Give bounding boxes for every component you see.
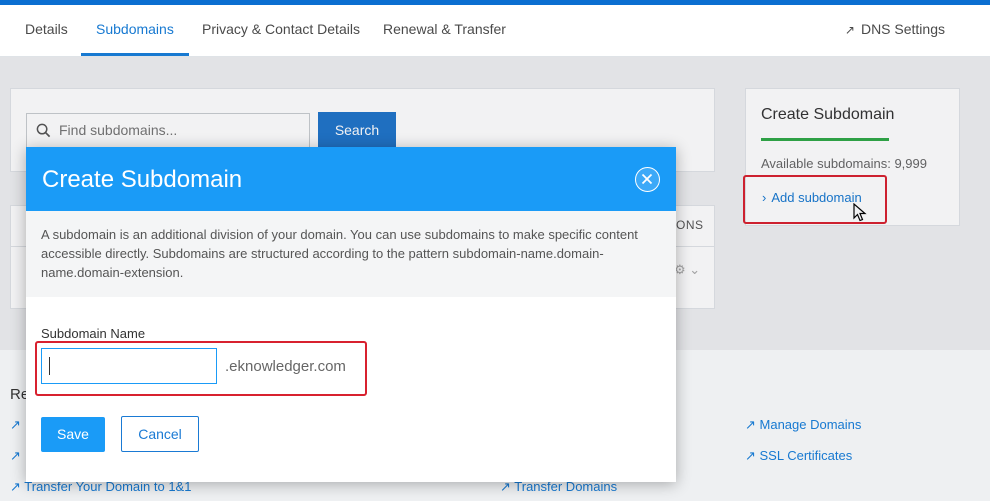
tab-subdomains[interactable]: Subdomains [81, 5, 189, 56]
close-icon [641, 173, 653, 185]
link-ssl-certificates[interactable]: ↗ SSL Certificates [745, 448, 852, 464]
highlight-box-input [35, 341, 367, 396]
dialog-title: Create Subdomain [42, 166, 243, 193]
tab-details[interactable]: Details [10, 5, 83, 56]
create-subdomain-dialog: Create Subdomain A subdomain is an addit… [26, 147, 676, 482]
cancel-button[interactable]: Cancel [121, 416, 199, 452]
partial-link-icon[interactable]: ↗ [10, 448, 21, 464]
tab-bar: Details Subdomains Privacy & Contact Det… [0, 5, 990, 57]
dns-settings-label: DNS Settings [860, 21, 945, 37]
external-arrow-icon: ↗ [844, 23, 855, 37]
subdomain-name-label: Subdomain Name [41, 326, 146, 341]
tab-renewal-transfer[interactable]: Renewal & Transfer [368, 5, 521, 56]
dialog-description: A subdomain is an additional division of… [26, 211, 676, 297]
link-manage-domains[interactable]: ↗ Manage Domains [745, 417, 861, 433]
tab-privacy-contact[interactable]: Privacy & Contact Details [187, 5, 375, 56]
partial-link-icon[interactable]: ↗ [10, 417, 21, 433]
close-button[interactable] [635, 167, 660, 192]
dns-settings-link[interactable]: ↗ DNS Settings [845, 5, 945, 54]
dialog-header: Create Subdomain [26, 147, 676, 211]
save-button[interactable]: Save [41, 417, 105, 452]
